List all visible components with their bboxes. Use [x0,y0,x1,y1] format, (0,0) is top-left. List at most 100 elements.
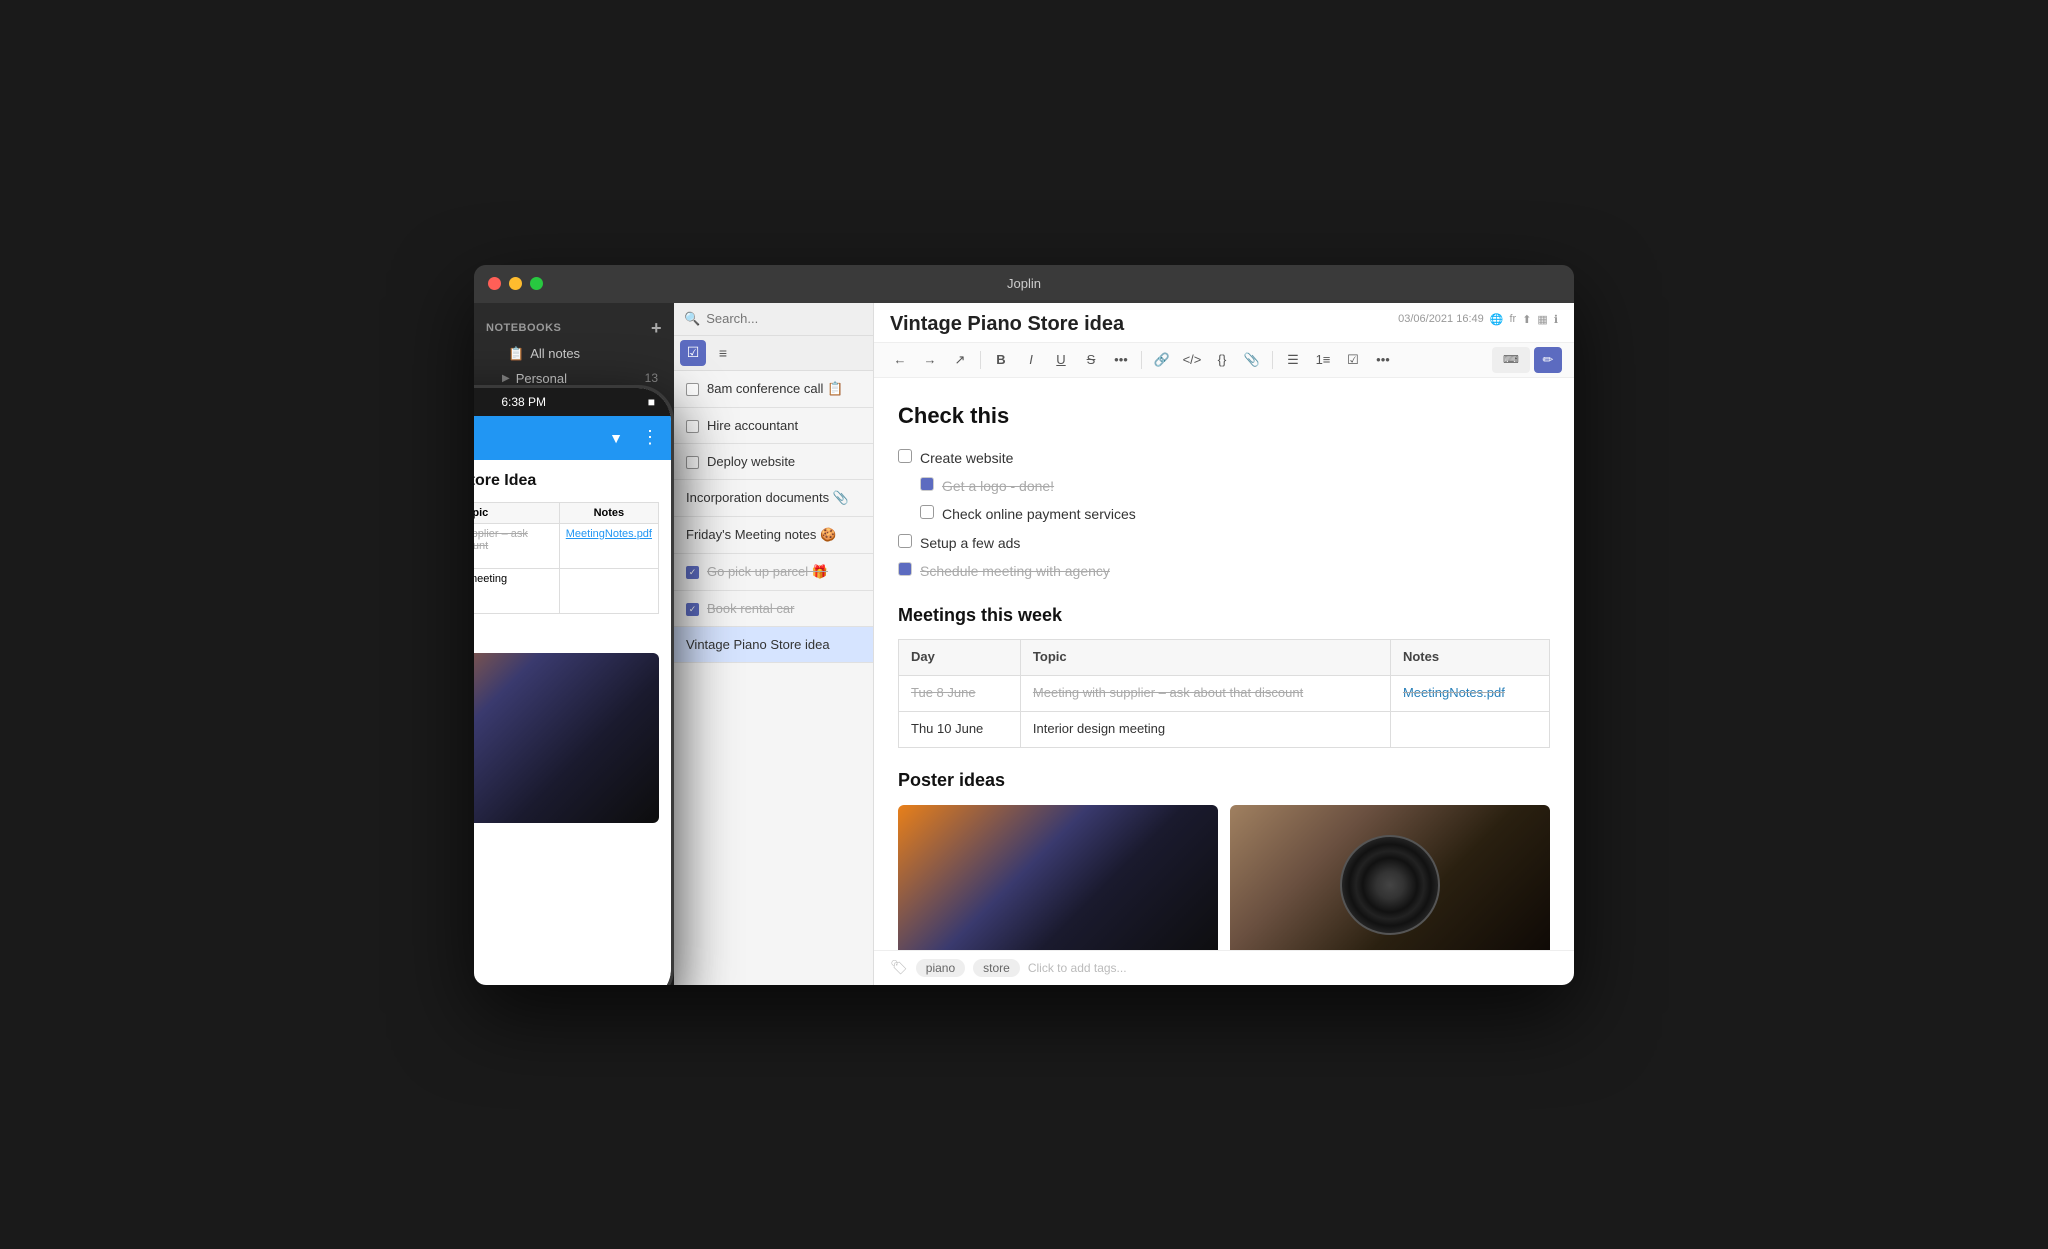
table-header-day: Day [899,640,1021,676]
phone-status-bar: Carrier ≈ 6:38 PM ■ [474,388,671,416]
phone-th-topic: Topic [474,502,559,523]
minimize-button[interactable] [509,277,522,290]
note-item-8am[interactable]: 8am conference call 📋 [674,371,873,408]
table-cell-day: Thu 10 June [899,712,1021,748]
code-button[interactable]: </> [1178,347,1206,373]
phone-td-topic: Interior design meeting [474,568,559,613]
phone-poster-title: Poster ideas [474,628,659,645]
phone-table-row: Tue 8June Meeting with supplier – ask ab… [474,523,659,568]
more-button[interactable]: ••• [1369,347,1397,373]
app-window: Joplin NOTEBOOKS + 📋 All notes ▶ Persona… [474,265,1574,985]
phone-notes-link[interactable]: MeetingNotes.pdf [566,528,652,540]
note-item-pickparcel[interactable]: ✓ Go pick up parcel 🎁 [674,554,873,591]
phone-battery: ■ [648,395,655,409]
more-format-button[interactable]: ••• [1107,347,1135,373]
checklist-row-done: Get a logo - done! [920,475,1550,497]
note-checkbox [686,383,699,396]
check-box[interactable] [898,449,912,463]
personal-label: Personal [516,371,567,386]
editor-toolbar: ← → ↗ B I U S ••• 🔗 </> {} 📎 ☰ 1≡ ☑ ••• [874,343,1574,378]
phone-piano-image [474,653,659,823]
note-item-piano[interactable]: Vintage Piano Store idea [674,627,873,663]
editor-date: 03/06/2021 16:49 [1398,313,1484,325]
link-button[interactable]: 🔗 [1148,347,1176,373]
editor-title: Vintage Piano Store idea [890,313,1124,336]
meeting-notes-link[interactable]: MeetingNotes.pdf [1403,685,1505,700]
code-view-button[interactable]: ⌨ [1492,347,1530,373]
notebooks-label: NOTEBOOKS [486,322,561,334]
phone-overlay: Carrier ≈ 6:38 PM ■ ← Piano Shop ▼ ⋮ Vin… [474,385,674,985]
back-button[interactable]: ← [886,347,914,373]
note-title: Vintage Piano Store idea [686,637,830,652]
underline-button[interactable]: U [1047,347,1075,373]
note-item-fridays[interactable]: Friday's Meeting notes 🍪 [674,517,873,554]
check-label: Create website [920,447,1013,469]
all-notes-icon: 📋 [508,346,524,362]
phone-th-notes: Notes [559,502,658,523]
close-button[interactable] [488,277,501,290]
section3-heading: Poster ideas [898,766,1550,795]
piano-image [898,805,1218,950]
tag-footer-icon: 🏷 [890,959,908,976]
search-bar: 🔍 [674,303,873,336]
table-cell-notes: MeetingNotes.pdf [1390,676,1549,712]
check-box[interactable] [898,534,912,548]
phone-nav-title: Piano Shop [474,429,599,447]
checklist-row: Check online payment services [920,503,1550,525]
table-cell-day: Tue 8 June [899,676,1021,712]
note-title: Deploy website [707,454,795,469]
check-box[interactable] [920,505,934,519]
table-row: Thu 10 June Interior design meeting [899,712,1550,748]
checklist-row: Setup a few ads [898,532,1550,554]
check-box [920,477,934,491]
check-label: Setup a few ads [920,532,1020,554]
tag-chip-piano[interactable]: piano [916,959,965,977]
maximize-button[interactable] [530,277,543,290]
external-edit-button[interactable]: ↗ [946,347,974,373]
numbered-list-button[interactable]: 1≡ [1309,347,1337,373]
tag-add-prompt[interactable]: Click to add tags... [1028,961,1127,975]
table-cell-notes [1390,712,1549,748]
check-label: Check online payment services [942,503,1136,525]
note-title: Hire accountant [707,418,798,433]
list-view-button[interactable]: ≡ [710,340,736,366]
editor-lang: fr [1509,313,1516,325]
more-icon[interactable]: ⋮ [641,427,659,448]
phone-td-topic: Meeting with supplier – ask about that d… [474,523,559,568]
globe-icon: 🌐 [1490,313,1504,326]
check-box [898,562,912,576]
note-checkbox: ✓ [686,603,699,616]
note-item-deploy[interactable]: Deploy website [674,444,873,480]
note-item-hire[interactable]: Hire accountant [674,408,873,444]
add-notebook-button[interactable]: + [651,319,662,337]
info-icon: ℹ [1554,313,1558,326]
search-input[interactable] [706,311,874,326]
share-icon: ⬆ [1522,313,1531,326]
note-title: 8am conference call 📋 [707,381,843,397]
checklist-view-button[interactable]: ☑ [680,340,706,366]
checklist-button[interactable]: ☑ [1339,347,1367,373]
title-bar: Joplin [474,265,1574,303]
poster-image-piano [898,805,1218,950]
forward-button[interactable]: → [916,347,944,373]
tag-chip-store[interactable]: store [973,959,1020,977]
window-controls [488,277,543,290]
bullet-list-button[interactable]: ☰ [1279,347,1307,373]
preview-button[interactable]: ✏ [1534,347,1562,373]
note-item-incorporation[interactable]: Incorporation documents 📎 [674,480,873,517]
phone-time: 6:38 PM [501,395,546,409]
attachment-button[interactable]: 📎 [1238,347,1266,373]
italic-button[interactable]: I [1017,347,1045,373]
note-item-rental[interactable]: ✓ Book rental car [674,591,873,627]
phone-screen: Carrier ≈ 6:38 PM ■ ← Piano Shop ▼ ⋮ Vin… [474,388,671,985]
strikethrough-button[interactable]: S [1077,347,1105,373]
sort-icon[interactable]: ▼ [609,430,623,446]
chevron-icon: ▶ [502,373,510,384]
bold-button[interactable]: B [987,347,1015,373]
code-block-button[interactable]: {} [1208,347,1236,373]
phone-table-row: Thu10June Interior design meeting [474,568,659,613]
layout-icon: ▦ [1537,313,1547,326]
checklist-row-done: Schedule meeting with agency [898,560,1550,582]
sidebar-item-allnotes[interactable]: 📋 All notes [478,342,670,366]
table-header-topic: Topic [1020,640,1390,676]
